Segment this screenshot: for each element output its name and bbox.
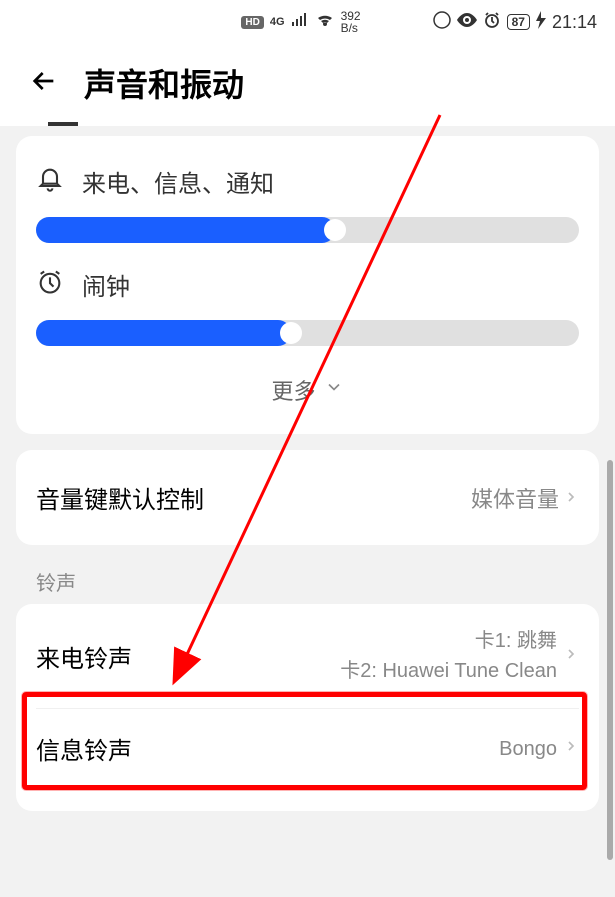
moon-icon xyxy=(433,11,451,34)
partial-row[interactable] xyxy=(36,789,579,811)
ringtone-section-title: 铃声 xyxy=(16,561,599,604)
message-ringtone-row[interactable]: 信息铃声 Bongo xyxy=(36,709,579,789)
ring-volume-row: 来电、信息、通知 xyxy=(36,164,579,243)
status-bar: HD 4G 392 B/s 87 21:14 xyxy=(0,0,615,40)
more-label: 更多 xyxy=(271,374,315,406)
volume-card: 来电、信息、通知 闹钟 更多 xyxy=(16,136,599,434)
alarm-volume-row: 闹钟 xyxy=(36,267,579,346)
network-speed: 392 B/s xyxy=(341,10,361,34)
chevron-right-icon xyxy=(563,738,579,759)
page-header: 声音和振动 xyxy=(0,40,615,126)
clock-time: 21:14 xyxy=(552,12,597,33)
message-ringtone-value: Bongo xyxy=(499,734,557,764)
eye-icon xyxy=(457,13,477,32)
chevron-right-icon xyxy=(563,646,579,667)
alarm-icon xyxy=(36,268,64,301)
signal-icon xyxy=(291,12,309,33)
alarm-volume-slider[interactable] xyxy=(36,320,579,346)
message-ringtone-label: 信息铃声 xyxy=(36,731,132,766)
more-button[interactable]: 更多 xyxy=(36,374,579,406)
network-type: 4G xyxy=(270,16,285,28)
battery-icon: 87 xyxy=(507,14,530,30)
back-icon[interactable] xyxy=(28,65,60,102)
hd-badge: HD xyxy=(241,16,263,29)
incoming-ringtone-values: 卡1: 跳舞 卡2: Huawei Tune Clean xyxy=(340,626,557,686)
volume-key-card: 音量键默认控制 媒体音量 xyxy=(16,450,599,545)
ring-volume-label: 来电、信息、通知 xyxy=(82,164,274,199)
page-title: 声音和振动 xyxy=(84,60,244,106)
chevron-down-icon xyxy=(324,377,344,403)
incoming-ringtone-row[interactable]: 来电铃声 卡1: 跳舞 卡2: Huawei Tune Clean xyxy=(36,604,579,709)
peek-indicator xyxy=(48,122,78,126)
wifi-icon xyxy=(315,12,335,33)
volume-key-label: 音量键默认控制 xyxy=(36,480,204,515)
bell-icon xyxy=(36,165,64,198)
ring-volume-slider[interactable] xyxy=(36,217,579,243)
alarm-status-icon xyxy=(483,11,501,34)
status-left-icons: HD 4G 392 B/s xyxy=(241,10,360,34)
chevron-right-icon xyxy=(563,485,579,511)
incoming-ringtone-label: 来电铃声 xyxy=(36,639,132,674)
charging-icon xyxy=(536,11,546,34)
volume-key-row[interactable]: 音量键默认控制 媒体音量 xyxy=(36,478,579,517)
ringtone-card: 来电铃声 卡1: 跳舞 卡2: Huawei Tune Clean 信息铃声 B… xyxy=(16,604,599,811)
volume-key-value: 媒体音量 xyxy=(471,482,559,514)
alarm-volume-label: 闹钟 xyxy=(82,267,130,302)
status-right-icons: 87 21:14 xyxy=(433,11,597,34)
scrollbar[interactable] xyxy=(607,460,613,860)
